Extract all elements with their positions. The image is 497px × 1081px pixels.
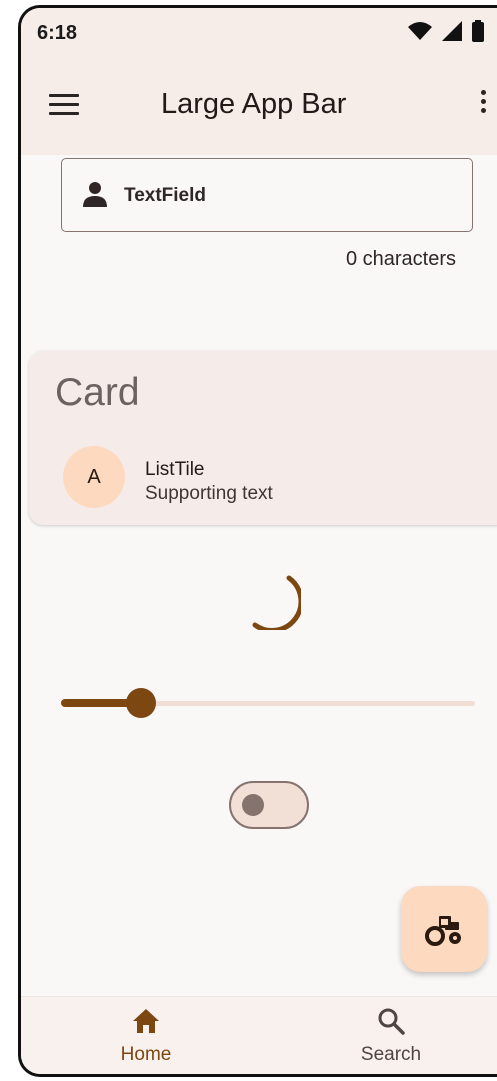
status-bar: 6:18 (21, 8, 497, 58)
character-counter: 0 characters (345, 248, 456, 270)
toggle-switch[interactable] (229, 781, 309, 829)
nav-item-home[interactable]: Home (96, 1007, 196, 1066)
nav-item-search[interactable]: Search (341, 1007, 441, 1066)
home-icon (133, 1009, 159, 1033)
floating-action-button[interactable] (401, 886, 487, 972)
signal-icon (442, 21, 462, 41)
tractor-icon (425, 916, 461, 946)
status-time: 6:18 (37, 22, 78, 44)
more-vert-icon[interactable] (478, 90, 488, 120)
avatar: A (63, 446, 125, 508)
device-frame: 6:18 Large App Bar TextField 0 character… (18, 5, 497, 1077)
bottom-navigation-bar: Home Search (21, 996, 497, 1074)
search-icon (378, 1008, 405, 1035)
text-field-label: TextField (124, 185, 206, 206)
card-title: Card (55, 371, 140, 414)
card: Card A ListTile Supporting text (29, 351, 497, 525)
slider[interactable] (61, 688, 475, 718)
status-icons (408, 20, 484, 42)
list-tile-title: ListTile (145, 459, 205, 480)
person-icon (83, 182, 107, 207)
text-field[interactable]: TextField (61, 158, 473, 232)
menu-icon[interactable] (49, 94, 79, 118)
slider-thumb[interactable] (126, 688, 156, 718)
battery-icon (472, 20, 484, 42)
nav-label-search: Search (360, 1044, 422, 1065)
nav-label-home: Home (120, 1044, 172, 1065)
wifi-icon (408, 22, 432, 40)
app-bar: Large App Bar (21, 58, 497, 155)
list-tile-subtitle: Supporting text (145, 483, 273, 504)
app-bar-title: Large App Bar (161, 88, 347, 120)
slider-track-inactive (141, 701, 475, 706)
circular-progress-indicator (252, 575, 301, 630)
switch-thumb (242, 794, 264, 816)
